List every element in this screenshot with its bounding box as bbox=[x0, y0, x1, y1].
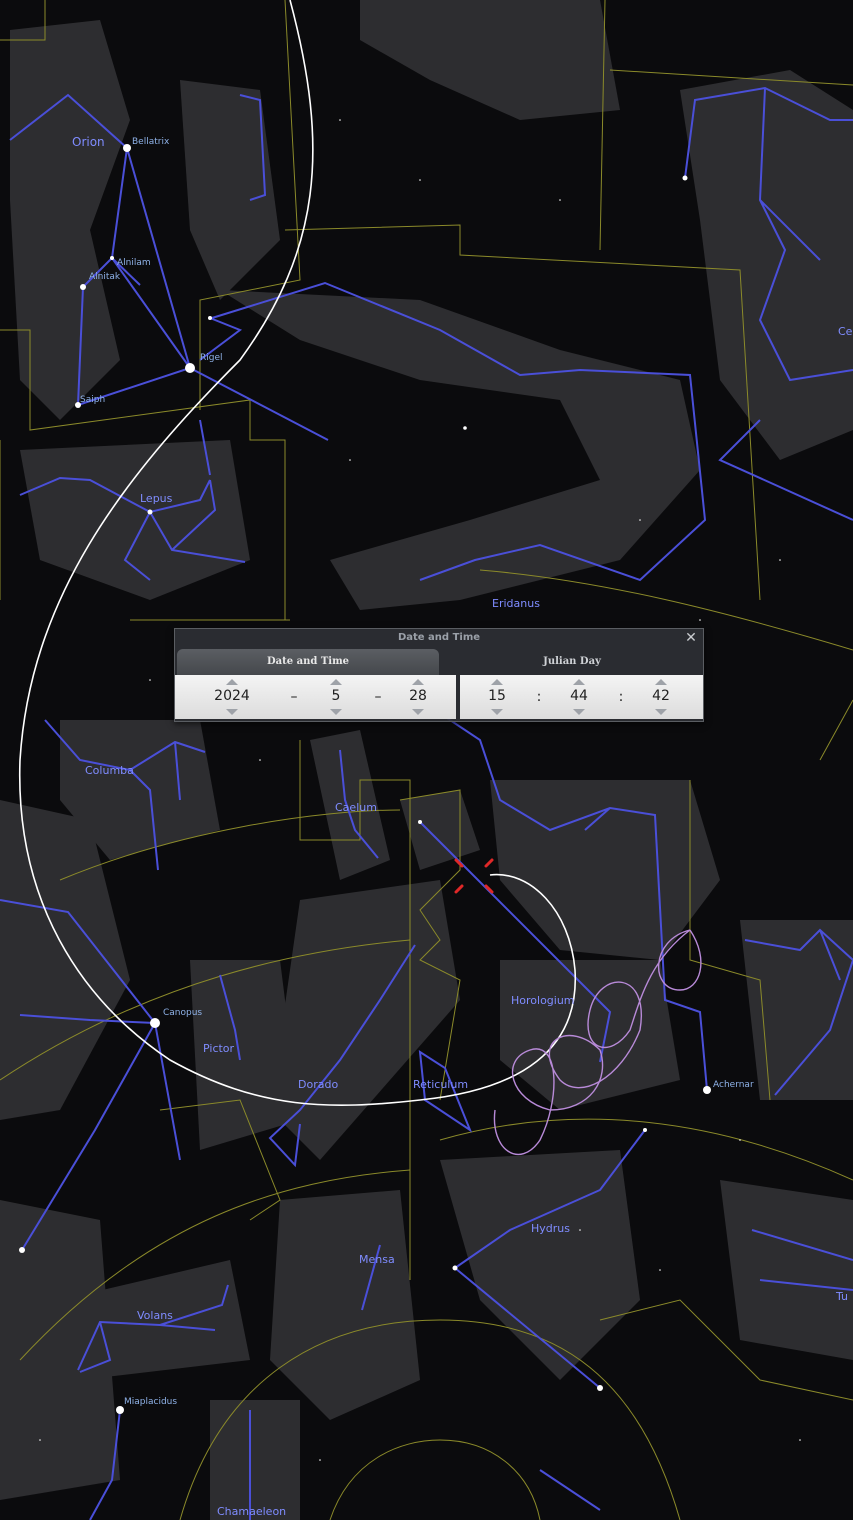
label-saiph: Saiph bbox=[80, 395, 106, 405]
time-separator: : bbox=[618, 689, 624, 705]
label-chamaeleon: Chamaeleon bbox=[217, 1505, 287, 1518]
date-separator: – bbox=[290, 689, 298, 705]
label-horologium: Horologium bbox=[511, 994, 575, 1007]
label-miaplacidus: Miaplacidus bbox=[124, 1397, 178, 1407]
day-value[interactable]: 28 bbox=[395, 688, 441, 704]
second-up-arrow-icon[interactable] bbox=[655, 679, 667, 685]
label-orion: Orion bbox=[72, 135, 105, 149]
label-alnitak: Alnitak bbox=[89, 272, 121, 282]
tab-julian-day[interactable]: Julian Day bbox=[443, 649, 701, 675]
label-caelum: Caelum bbox=[335, 801, 377, 814]
label-pictor: Pictor bbox=[203, 1042, 235, 1055]
hour-value[interactable]: 15 bbox=[474, 688, 520, 704]
year-value[interactable]: 2024 bbox=[209, 688, 255, 704]
label-lepus: Lepus bbox=[140, 492, 173, 505]
label-hydrus: Hydrus bbox=[531, 1222, 570, 1235]
second-spinbox[interactable]: 42 bbox=[638, 675, 684, 719]
label-volans: Volans bbox=[137, 1309, 173, 1322]
label-canopus: Canopus bbox=[163, 1008, 203, 1018]
tab-date-and-time[interactable]: Date and Time bbox=[177, 649, 439, 675]
month-up-arrow-icon[interactable] bbox=[330, 679, 342, 685]
year-up-arrow-icon[interactable] bbox=[226, 679, 238, 685]
date-time-dialog: Date and Time ✕ Date and Time Julian Day… bbox=[174, 628, 704, 722]
label-mensa: Mensa bbox=[359, 1253, 395, 1266]
label-columba: Columba bbox=[85, 764, 134, 777]
label-rigel: Rigel bbox=[200, 353, 223, 363]
label-cetus: Ce bbox=[838, 325, 853, 338]
date-panel: 2024 – 5 – 28 bbox=[175, 675, 456, 719]
dialog-title[interactable]: Date and Time bbox=[175, 629, 703, 647]
year-down-arrow-icon[interactable] bbox=[226, 709, 238, 715]
month-down-arrow-icon[interactable] bbox=[330, 709, 342, 715]
minute-spinbox[interactable]: 44 bbox=[556, 675, 602, 719]
minute-down-arrow-icon[interactable] bbox=[573, 709, 585, 715]
sky-view[interactable] bbox=[0, 0, 853, 1520]
label-achernar: Achernar bbox=[713, 1080, 754, 1090]
time-panel: 15 : 44 : 42 bbox=[460, 675, 703, 719]
label-reticulum: Reticulum bbox=[413, 1078, 469, 1091]
hour-down-arrow-icon[interactable] bbox=[491, 709, 503, 715]
minute-value[interactable]: 44 bbox=[556, 688, 602, 704]
date-separator: – bbox=[374, 689, 382, 705]
close-icon[interactable]: ✕ bbox=[683, 629, 699, 647]
label-eridanus: Eridanus bbox=[492, 597, 540, 610]
label-bellatrix: Bellatrix bbox=[132, 137, 170, 147]
minute-up-arrow-icon[interactable] bbox=[573, 679, 585, 685]
year-spinbox[interactable]: 2024 bbox=[209, 675, 255, 719]
constellation-art bbox=[0, 0, 853, 1520]
hour-spinbox[interactable]: 15 bbox=[474, 675, 520, 719]
label-alnilam: Alnilam bbox=[117, 258, 151, 268]
month-value[interactable]: 5 bbox=[313, 688, 359, 704]
time-separator: : bbox=[536, 689, 542, 705]
day-spinbox[interactable]: 28 bbox=[395, 675, 441, 719]
second-down-arrow-icon[interactable] bbox=[655, 709, 667, 715]
label-dorado: Dorado bbox=[298, 1078, 339, 1091]
day-up-arrow-icon[interactable] bbox=[412, 679, 424, 685]
month-spinbox[interactable]: 5 bbox=[313, 675, 359, 719]
label-tucana: Tu bbox=[836, 1290, 849, 1303]
day-down-arrow-icon[interactable] bbox=[412, 709, 424, 715]
second-value[interactable]: 42 bbox=[638, 688, 684, 704]
hour-up-arrow-icon[interactable] bbox=[491, 679, 503, 685]
